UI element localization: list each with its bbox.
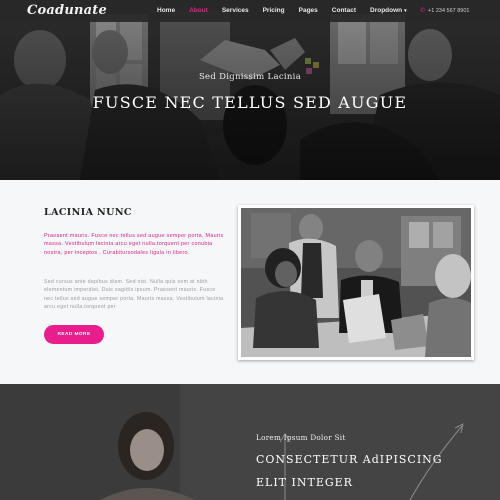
nav-item-home[interactable]: Home xyxy=(157,7,175,14)
feature-section: Lorem Ipsum Dolor Sit CONSECTETUR AdIPIS… xyxy=(0,384,500,500)
header-phone-number: +1 234 567 8901 xyxy=(428,8,470,14)
nav-item-pages[interactable]: Pages xyxy=(299,7,318,14)
main-navigation: Home About Services Pricing Pages Contac… xyxy=(157,7,421,14)
feature-kicker: Lorem Ipsum Dolor Sit xyxy=(256,433,346,442)
phone-icon: ✆ xyxy=(420,8,426,14)
nav-item-dropdown[interactable]: Dropdown ▾ xyxy=(370,7,407,14)
caret-down-icon: ▾ xyxy=(404,8,407,14)
about-body-text: Sed cursus ante dapibus diam. Sed nisi. … xyxy=(44,279,224,310)
hero-title: FUSCE NEC TELLUS SED AUGUE xyxy=(92,93,408,112)
hero-subtitle: Sed Dignissim Lacinia xyxy=(198,72,302,82)
nav-item-dropdown-label: Dropdown xyxy=(370,7,403,14)
nav-item-about[interactable]: About xyxy=(189,7,208,14)
feature-title: CONSECTETUR AdIPISCING ELIT INTEGER xyxy=(256,448,443,494)
feature-title-line-1: CONSECTETUR AdIPISCING xyxy=(256,453,443,466)
about-photo-frame xyxy=(238,205,474,360)
team-meeting-photo xyxy=(241,208,471,357)
hero-background-photo xyxy=(0,0,500,180)
header-phone[interactable]: ✆ +1 234 567 8901 xyxy=(420,7,469,14)
nav-item-contact[interactable]: Contact xyxy=(332,7,356,14)
about-lead-text: Praesent mauris. Fusce nec tellus sed au… xyxy=(44,233,224,256)
nav-item-pricing[interactable]: Pricing xyxy=(263,7,285,14)
about-section: LACINIA NUNC Praesent mauris. Fusce nec … xyxy=(0,180,500,384)
top-navbar: Coadunate Home About Services Pricing Pa… xyxy=(0,0,500,22)
hero-banner: Sed Dignissim Lacinia FUSCE NEC TELLUS S… xyxy=(0,0,500,180)
read-more-button[interactable]: READ MORE xyxy=(44,325,104,344)
site-logo[interactable]: Coadunate xyxy=(27,3,107,18)
about-heading: LACINIA NUNC xyxy=(44,207,132,218)
nav-item-services[interactable]: Services xyxy=(222,7,249,14)
feature-title-line-2: ELIT INTEGER xyxy=(256,476,353,489)
